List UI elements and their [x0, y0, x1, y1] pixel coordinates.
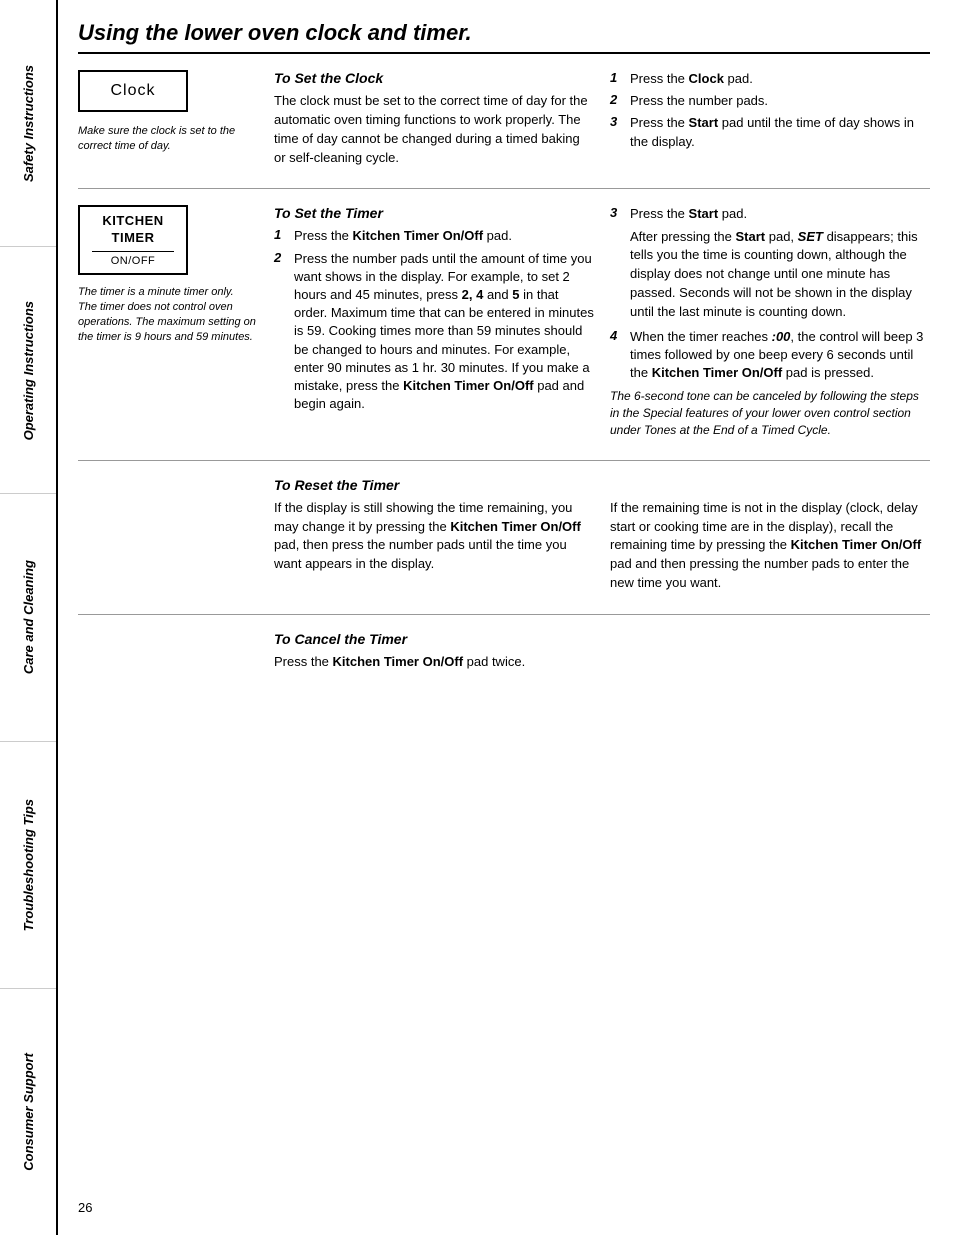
timer-step-2-text: Press the number pads until the amount o… [294, 250, 594, 414]
cancel-body: Press the Kitchen Timer On/Off pad twice… [274, 653, 930, 672]
timer-caption-line1: The timer is a minute timer only. [78, 286, 234, 298]
timer-step-4-text: When the timer reaches :00, the control … [630, 328, 930, 383]
section-clock: Clock Make sure the clock is set to the … [78, 70, 930, 189]
reset-left-text: If the display is still showing the time… [274, 499, 594, 598]
timer-right-col: 3 Press the Start pad. After pressing th… [610, 205, 930, 443]
timer-display-sub: On/Off [92, 251, 174, 267]
reset-right-paragraph: If the remaining time is not in the disp… [610, 499, 930, 593]
clock-display-box: Clock [78, 70, 188, 112]
clock-body: The clock must be set to the correct tim… [274, 92, 594, 167]
main-content: Using the lower oven clock and timer. Cl… [58, 0, 954, 1235]
clock-step-2-num: 2 [610, 92, 624, 107]
cancel-heading: To Cancel the Timer [274, 631, 930, 647]
timer-section-content: To Set the Timer 1 Press the Kitchen Tim… [274, 205, 930, 443]
timer-step-2-num: 2 [274, 250, 288, 265]
sidebar-section-safety: Safety Instructions [0, 0, 56, 247]
timer-step-3-extra: After pressing the Start pad, SET disapp… [630, 228, 930, 322]
clock-step-3-num: 3 [610, 114, 624, 129]
section-reset: To Reset the Timer If the display is sti… [78, 477, 930, 615]
clock-display-text: Clock [110, 82, 155, 99]
timer-step-1: 1 Press the Kitchen Timer On/Off pad. [274, 227, 594, 245]
reset-right-text: If the remaining time is not in the disp… [610, 499, 930, 598]
clock-left-col: To Set the Clock The clock must be set t… [274, 70, 594, 172]
timer-step-4-num: 4 [610, 328, 624, 343]
cancel-section-content: To Cancel the Timer Press the Kitchen Ti… [274, 631, 930, 677]
reset-content: To Reset the Timer If the display is sti… [274, 477, 930, 598]
section-cancel: To Cancel the Timer Press the Kitchen Ti… [78, 631, 930, 693]
timer-step-4: 4 When the timer reaches :00, the contro… [610, 328, 930, 383]
reset-wide-content: If the display is still showing the time… [274, 499, 930, 598]
timer-caption-line2: The timer does not control oven operatio… [78, 301, 256, 343]
sidebar: Safety Instructions Operating Instructio… [0, 0, 58, 1235]
timer-caption: The timer is a minute timer only. The ti… [78, 285, 258, 344]
clock-image-area: Clock Make sure the clock is set to the … [78, 70, 258, 172]
clock-step-1-num: 1 [610, 70, 624, 85]
clock-step-2: 2 Press the number pads. [610, 92, 930, 110]
timer-display-line2: Timer [112, 230, 155, 245]
timer-image-area: Kitchen Timer On/Off The timer is a minu… [78, 205, 258, 443]
clock-image-caption: Make sure the clock is set to the correc… [78, 124, 258, 154]
timer-step-3-text: Press the Start pad. [630, 205, 747, 223]
sidebar-section-consumer: Consumer Support [0, 989, 56, 1235]
reset-left-paragraph: If the display is still showing the time… [274, 499, 594, 574]
timer-left-col: To Set the Timer 1 Press the Kitchen Tim… [274, 205, 594, 443]
sidebar-label-consumer: Consumer Support [21, 1053, 36, 1171]
timer-display-line1: Kitchen [102, 213, 163, 228]
reset-section-content: To Reset the Timer If the display is sti… [274, 477, 930, 598]
page-title: Using the lower oven clock and timer. [78, 20, 930, 54]
clock-step-1: 1 Press the Clock pad. [610, 70, 930, 88]
timer-italic-note: The 6-second tone can be canceled by fol… [610, 388, 930, 438]
page: Safety Instructions Operating Instructio… [0, 0, 954, 1235]
clock-step-2-text: Press the number pads. [630, 92, 768, 110]
clock-step-1-text: Press the Clock pad. [630, 70, 753, 88]
timer-step-1-num: 1 [274, 227, 288, 242]
timer-display-box: Kitchen Timer On/Off [78, 205, 188, 275]
cancel-content: To Cancel the Timer Press the Kitchen Ti… [274, 631, 930, 677]
clock-right-col: 1 Press the Clock pad. 2 Press the numbe… [610, 70, 930, 172]
sidebar-section-care: Care and Cleaning [0, 494, 56, 741]
section-timer: Kitchen Timer On/Off The timer is a minu… [78, 205, 930, 460]
reset-heading: To Reset the Timer [274, 477, 930, 493]
sidebar-label-operating: Operating Instructions [21, 301, 36, 440]
clock-section-content: To Set the Clock The clock must be set t… [274, 70, 930, 172]
timer-heading: To Set the Timer [274, 205, 594, 221]
timer-step-3-num: 3 [610, 205, 624, 220]
sidebar-label-care: Care and Cleaning [21, 560, 36, 674]
timer-step-2: 2 Press the number pads until the amount… [274, 250, 594, 414]
clock-heading: To Set the Clock [274, 70, 594, 86]
timer-step-3: 3 Press the Start pad. [610, 205, 930, 223]
sidebar-label-troubleshooting: Troubleshooting Tips [21, 799, 36, 931]
sidebar-label-safety: Safety Instructions [21, 65, 36, 182]
timer-display-title: Kitchen Timer [92, 213, 174, 247]
clock-step-3-text: Press the Start pad until the time of da… [630, 114, 930, 150]
page-number: 26 [78, 1190, 930, 1215]
sidebar-section-troubleshooting: Troubleshooting Tips [0, 742, 56, 989]
sidebar-section-operating: Operating Instructions [0, 247, 56, 494]
clock-steps: 1 Press the Clock pad. 2 Press the numbe… [610, 70, 930, 151]
clock-step-3: 3 Press the Start pad until the time of … [610, 114, 930, 150]
timer-step-1-text: Press the Kitchen Timer On/Off pad. [294, 227, 512, 245]
